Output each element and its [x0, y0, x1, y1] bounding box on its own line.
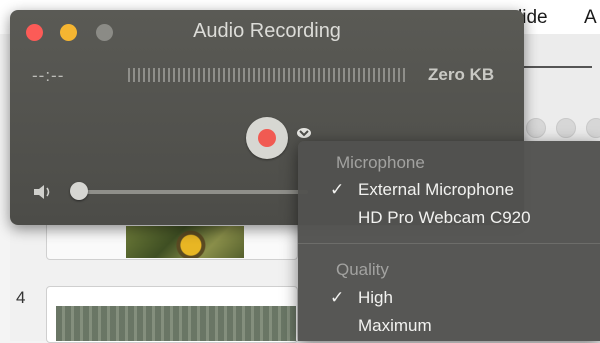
record-icon — [258, 129, 276, 147]
menu-heading-microphone: Microphone — [336, 153, 425, 172]
menu-item-quality-maximum[interactable]: Maximum — [298, 313, 600, 339]
slide-number: 4 — [16, 288, 26, 307]
menu-separator — [298, 243, 600, 244]
menu-item-label: HD Pro Webcam C920 — [358, 208, 531, 227]
record-button[interactable] — [246, 117, 288, 159]
toolbar-circle-button[interactable] — [556, 118, 576, 138]
toolbar-circle-button[interactable] — [526, 118, 546, 138]
recording-options-menu: Microphone ✓ External Microphone HD Pro … — [298, 141, 600, 341]
file-size-readout: Zero KB — [428, 65, 495, 84]
menu-item-quality-high[interactable]: ✓ High — [298, 285, 600, 311]
chevron-down-icon — [297, 128, 311, 138]
speaker-icon — [32, 183, 54, 201]
window-title: Audio Recording — [193, 20, 341, 42]
volume-slider-track[interactable] — [78, 190, 308, 194]
volume-slider-knob[interactable] — [70, 182, 88, 200]
menu-item-webcam-microphone[interactable]: HD Pro Webcam C920 — [298, 205, 600, 231]
slide-thumbnail-content — [56, 306, 296, 341]
toolbar-circle-button[interactable] — [586, 118, 600, 138]
time-readout: --:-- — [32, 66, 65, 85]
menu-item-external-microphone[interactable]: ✓ External Microphone — [298, 177, 600, 203]
checkmark-icon: ✓ — [330, 288, 345, 307]
menu-item-label: Maximum — [358, 316, 432, 335]
menu-heading-quality: Quality — [336, 260, 389, 279]
sunflower-image — [126, 226, 244, 258]
menu-next[interactable]: A — [584, 7, 597, 29]
toolbar-divider — [522, 66, 592, 68]
audio-level-meter — [128, 68, 408, 82]
menu-item-label: High — [358, 288, 393, 307]
checkmark-icon: ✓ — [330, 180, 345, 199]
menu-item-label: External Microphone — [358, 180, 514, 199]
